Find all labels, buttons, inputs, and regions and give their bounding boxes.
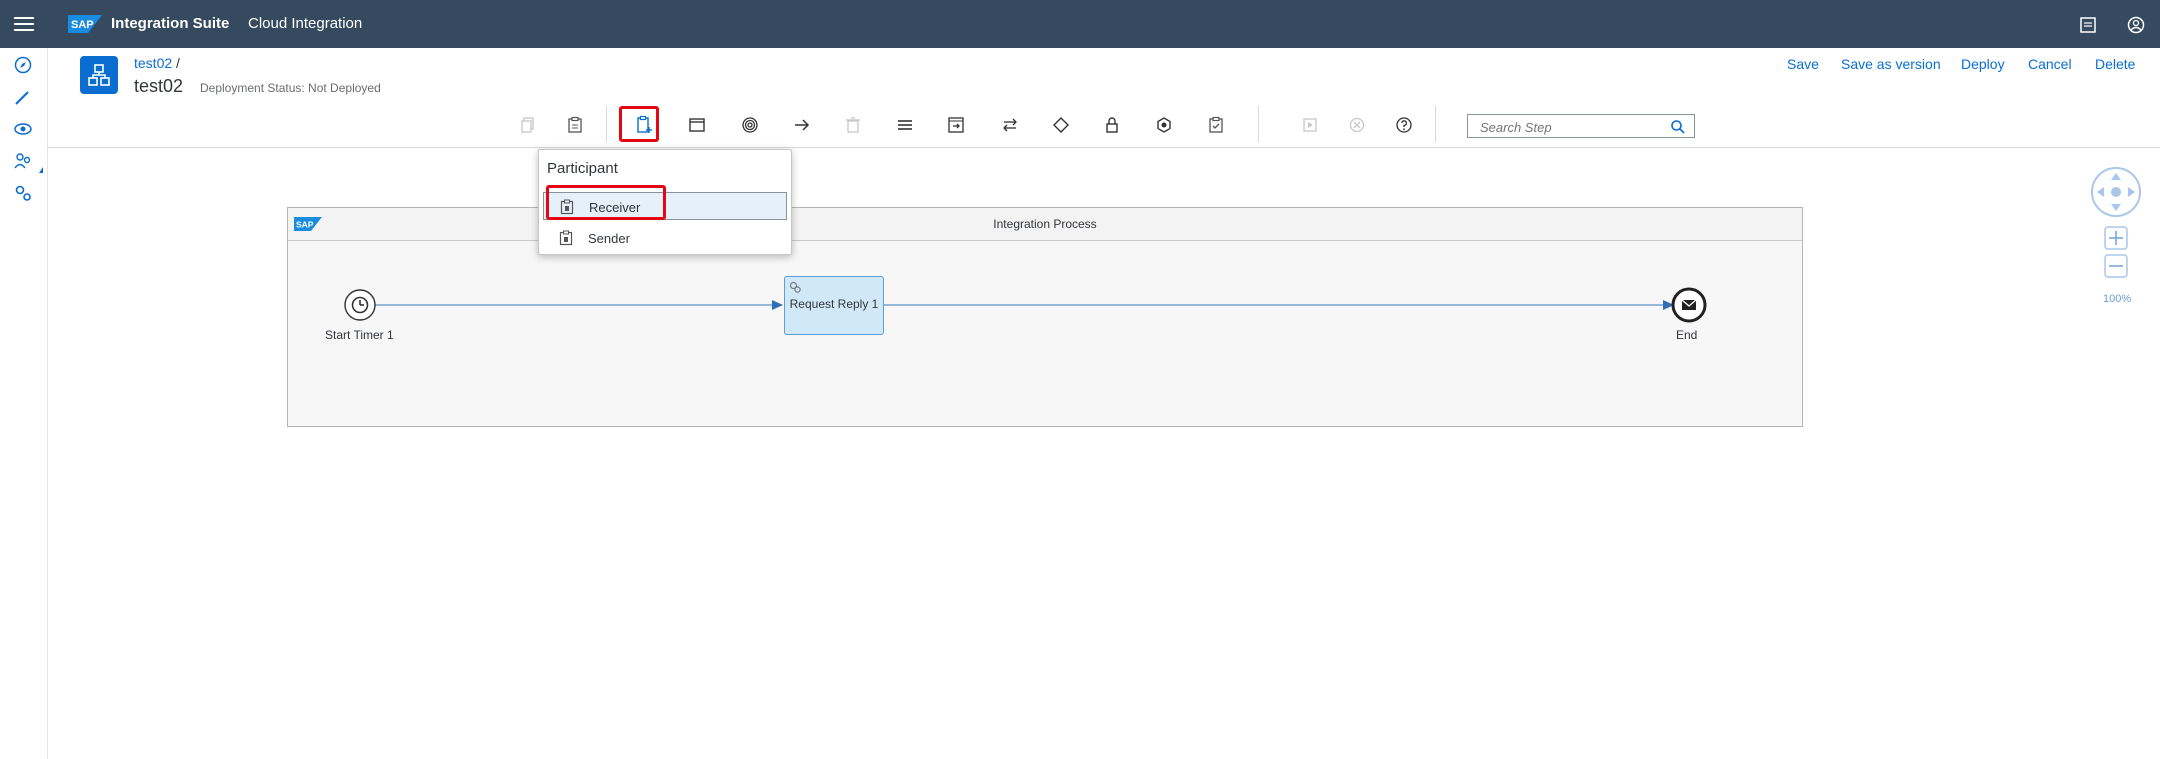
flow-diagram [344, 287, 1707, 323]
events-icon[interactable] [737, 112, 763, 138]
connector-icon[interactable] [789, 112, 815, 138]
cancel-button[interactable]: Cancel [2028, 56, 2072, 72]
start-timer-label: Start Timer 1 [325, 328, 394, 342]
deployment-status: Deployment Status: Not Deployed [200, 81, 381, 95]
toolbar-separator [1435, 106, 1436, 142]
message-transformer-icon[interactable] [943, 112, 969, 138]
request-reply-step[interactable]: Request Reply 1 [784, 276, 884, 335]
page-title: test02 [134, 76, 184, 96]
settings-icon[interactable] [13, 183, 33, 203]
call-icon[interactable] [892, 112, 918, 138]
search-step-field[interactable] [1467, 114, 1695, 138]
nav-expand-marker [39, 167, 43, 173]
mediation-icon[interactable] [997, 112, 1023, 138]
notification-icon[interactable] [2079, 16, 2097, 34]
search-icon[interactable] [1670, 119, 1686, 135]
side-navigation [0, 48, 48, 759]
routing-icon[interactable] [1048, 112, 1074, 138]
shell-bar: SAP Integration Suite Cloud Integration [0, 0, 2160, 48]
save-as-version-button[interactable]: Save as version [1841, 56, 1941, 72]
stop-simulation-icon[interactable] [1344, 112, 1370, 138]
request-reply-gear-icon [789, 281, 801, 293]
search-step-input[interactable] [1478, 118, 1662, 136]
integration-flow-icon [80, 56, 118, 94]
request-reply-label: Request Reply 1 [789, 297, 879, 311]
breadcrumb-separator: / [176, 55, 180, 71]
sender-icon [559, 230, 573, 246]
monitor-icon[interactable] [13, 119, 33, 139]
zoom-out-icon[interactable] [2104, 254, 2128, 278]
delete-step-icon[interactable] [840, 112, 866, 138]
breadcrumb-link[interactable]: test02 [134, 55, 172, 71]
security-icon[interactable] [1099, 112, 1125, 138]
zoom-in-icon[interactable] [2104, 226, 2128, 250]
process-icon[interactable] [684, 112, 710, 138]
discover-icon[interactable] [13, 55, 33, 75]
breadcrumb: test02 / [134, 55, 180, 71]
pan-navigator-icon[interactable] [2089, 166, 2143, 218]
svg-text:SAP: SAP [71, 19, 94, 31]
app-name: Cloud Integration [248, 15, 363, 32]
copy-icon[interactable] [515, 112, 541, 138]
save-button[interactable]: Save [1787, 56, 1819, 72]
design-icon[interactable] [13, 87, 33, 107]
toolbar-separator [1258, 106, 1259, 142]
sender-menu-item[interactable]: Sender [543, 224, 787, 252]
paste-icon[interactable] [562, 112, 588, 138]
delete-button[interactable]: Delete [2095, 56, 2135, 72]
participant-highlight [619, 106, 659, 142]
sender-label: Sender [588, 231, 630, 246]
end-label: End [1676, 328, 1698, 342]
start-timer-event [344, 289, 376, 321]
user-avatar-icon[interactable] [2127, 16, 2145, 34]
end-message-event [1671, 287, 1707, 323]
validator-icon[interactable] [1203, 112, 1229, 138]
persistence-icon[interactable] [1151, 112, 1177, 138]
toolbar-divider [47, 147, 2160, 148]
sequence-flow-1-arrow [772, 300, 783, 310]
sap-logo: SAP [68, 15, 102, 33]
popover-header: Participant [547, 160, 618, 177]
toolbar-separator [606, 106, 607, 142]
receiver-highlight [546, 185, 666, 220]
zoom-level: 100% [2103, 293, 2132, 305]
manage-users-icon[interactable] [13, 151, 33, 171]
help-icon[interactable] [1391, 112, 1417, 138]
menu-icon[interactable] [14, 14, 34, 34]
product-name: Integration Suite [111, 15, 230, 32]
deploy-button[interactable]: Deploy [1961, 56, 2005, 72]
simulate-icon[interactable] [1297, 112, 1323, 138]
